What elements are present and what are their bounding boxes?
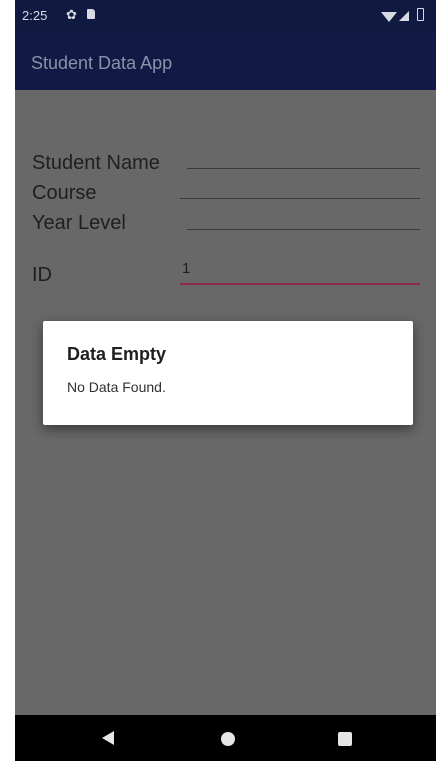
signal-icon	[399, 11, 409, 21]
navigation-bar	[15, 715, 436, 761]
course-input[interactable]	[180, 198, 420, 199]
home-icon[interactable]	[221, 732, 235, 746]
dialog-message: No Data Found.	[67, 379, 166, 395]
recents-icon[interactable]	[338, 732, 352, 746]
data-empty-dialog: Data Empty No Data Found.	[43, 321, 413, 425]
back-icon[interactable]	[102, 731, 114, 745]
year-level-label: Year Level	[32, 212, 126, 234]
id-label: ID	[32, 264, 52, 286]
status-time: 2:25	[22, 8, 48, 23]
wifi-icon	[381, 12, 397, 22]
id-input-value[interactable]: 1	[182, 260, 190, 277]
battery-icon	[417, 8, 424, 21]
settings-icon: ✿	[66, 7, 77, 22]
id-input-underline	[180, 283, 420, 285]
student-name-input[interactable]	[187, 168, 420, 169]
app-bar: Student Data App	[15, 31, 436, 90]
course-label: Course	[32, 182, 97, 204]
phone-screen: 2:25 ✿ Student Data App Student Name Cou…	[15, 0, 436, 761]
dialog-title: Data Empty	[67, 344, 167, 364]
app-title: Student Data App	[31, 53, 173, 73]
student-name-label: Student Name	[32, 152, 160, 174]
sd-card-icon	[87, 9, 95, 19]
year-level-input[interactable]	[187, 229, 420, 230]
status-bar: 2:25 ✿	[15, 0, 436, 31]
main-content: Student Name Course Year Level ID 1 Data…	[15, 90, 436, 715]
